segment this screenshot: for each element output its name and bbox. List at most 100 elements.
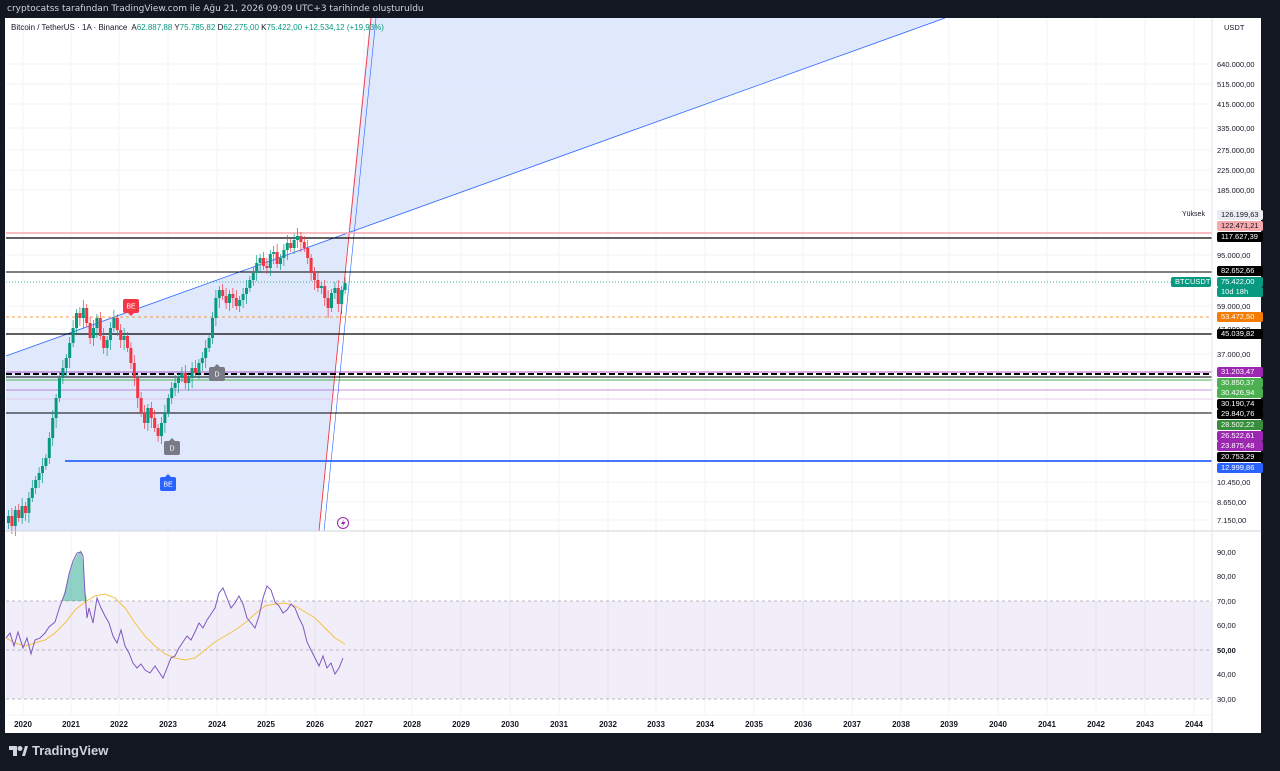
candle-body[interactable] [20,506,24,518]
candle-body[interactable] [207,338,211,348]
candle-body[interactable] [173,383,177,388]
candle-body[interactable] [214,298,218,318]
candle-body[interactable] [228,294,231,303]
candle-body[interactable] [13,510,17,526]
candle-body[interactable] [245,288,248,294]
candle-body[interactable] [200,358,204,363]
candle-body[interactable] [126,336,129,348]
candle-body[interactable] [316,280,320,288]
candle-body[interactable] [224,296,228,303]
candle-body[interactable] [47,438,51,458]
candle-body[interactable] [166,398,170,413]
chart-frame[interactable]: BE D D BE 2020 2021 2022 2023 2024 2025 2026 2027 2… [5,18,1263,733]
candle-body[interactable] [204,348,208,358]
candle-body[interactable] [251,273,255,280]
candle-body[interactable] [34,480,38,488]
candle-body[interactable] [71,328,75,343]
candle-body[interactable] [105,340,109,348]
symbol-name[interactable]: Bitcoin / TetherUS · 1A · Binance [11,23,127,32]
candle-body[interactable] [143,413,146,423]
candle-body[interactable] [306,248,310,258]
tradingview-logo[interactable]: TradingView [8,743,108,758]
candle-body[interactable] [163,413,167,423]
candle-body[interactable] [129,348,133,363]
candle-body[interactable] [268,254,272,268]
candle-body[interactable] [248,280,252,288]
candle-body[interactable] [17,510,21,518]
candle-body[interactable] [51,418,55,438]
chart-canvas[interactable]: BEDDBE 2020 2021 2022 2023 2024 2025 2026 2027 2… [5,18,1261,733]
candle-body[interactable] [7,516,10,523]
candle-body[interactable] [149,408,153,418]
candle-body[interactable] [41,466,44,473]
candle-body[interactable] [88,323,92,338]
candle-body[interactable] [183,373,187,383]
candle-body[interactable] [24,506,27,513]
candle-body[interactable] [275,252,279,264]
candle-body[interactable] [64,358,68,368]
candle-body[interactable] [255,263,259,273]
candle-body[interactable] [160,423,163,436]
lightning-icon[interactable] [337,517,349,529]
candle-body[interactable] [313,273,316,280]
candle-body[interactable] [30,488,34,498]
candle-body[interactable] [177,378,180,383]
candle-body[interactable] [85,308,89,323]
candle-body[interactable] [285,243,289,250]
candle-body[interactable] [78,313,82,318]
candle-body[interactable] [302,242,306,248]
candle-body[interactable] [68,343,72,358]
candle-body[interactable] [326,298,330,308]
candle-body[interactable] [330,293,333,308]
candle-body[interactable] [282,250,286,258]
rsi-axis[interactable]: 90,00 80,00 70,00 60,00 50,00 40,00 30,00 [1217,548,1236,704]
candle-body[interactable] [323,286,327,298]
candle-body[interactable] [299,236,303,242]
candle-body[interactable] [37,473,41,480]
candle-body[interactable] [194,368,197,373]
candle-body[interactable] [119,330,123,340]
candle-body[interactable] [61,368,65,378]
candle-body[interactable] [170,388,174,398]
candle-body[interactable] [265,266,269,268]
candle-body[interactable] [98,318,102,336]
candle-body[interactable] [10,516,14,526]
candle-body[interactable] [319,286,323,288]
candle-body[interactable] [238,300,242,306]
candle-body[interactable] [122,336,126,340]
candle-body[interactable] [296,236,299,240]
candle-body[interactable] [279,258,282,264]
candle-body[interactable] [333,288,337,293]
candle-body[interactable] [187,378,191,383]
candle-body[interactable] [132,363,136,378]
candle-body[interactable] [27,498,31,513]
candle-body[interactable] [139,398,143,413]
candle-body[interactable] [309,258,313,273]
candle-body[interactable] [109,328,112,340]
candle-body[interactable] [112,318,116,328]
candle-body[interactable] [54,398,58,418]
symbol-legend[interactable]: Bitcoin / TetherUS · 1A · Binance A62.88… [11,23,384,32]
candle-body[interactable] [241,294,245,300]
candle-body[interactable] [231,294,235,298]
candle-body[interactable] [153,418,157,428]
candle-body[interactable] [156,428,160,436]
candle-body[interactable] [211,318,214,338]
candle-body[interactable] [221,290,225,296]
candle-body[interactable] [95,318,99,328]
candle-body[interactable] [292,240,296,248]
candle-body[interactable] [81,308,85,318]
candle-body[interactable] [92,328,95,338]
candle-body[interactable] [272,252,276,254]
candle-body[interactable] [136,378,140,398]
candle-body[interactable] [197,363,201,373]
candle-body[interactable] [58,378,61,398]
candle-body[interactable] [190,368,194,378]
candle-body[interactable] [258,258,262,263]
candle-body[interactable] [146,408,150,423]
candle-body[interactable] [75,313,78,328]
candle-body[interactable] [234,298,238,306]
candle-body[interactable] [102,336,106,348]
candle-body[interactable] [343,283,347,290]
ticker-tag[interactable]: BTCUSDT [1171,277,1211,287]
